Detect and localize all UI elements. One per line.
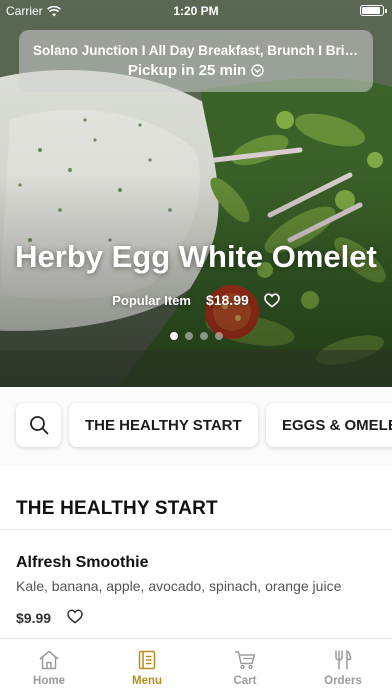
fork-knife-icon bbox=[335, 650, 352, 670]
page-dot[interactable] bbox=[199, 332, 208, 340]
tab-home[interactable]: Home bbox=[0, 639, 98, 696]
popular-badge: Popular Item bbox=[112, 292, 191, 308]
carousel-page-indicator[interactable] bbox=[0, 332, 392, 340]
menu-item-name: Alfresh Smoothie bbox=[16, 554, 149, 571]
status-bar: Carrier 1:20 PM bbox=[0, 0, 392, 20]
heart-icon[interactable] bbox=[67, 609, 83, 624]
search-button[interactable] bbox=[16, 403, 61, 447]
pickup-label: Pickup in 25 min bbox=[127, 62, 247, 79]
tab-menu[interactable]: Menu bbox=[98, 639, 196, 696]
tab-label: Orders bbox=[324, 675, 362, 687]
battery-icon bbox=[360, 5, 387, 16]
pickup-time[interactable]: Pickup in 25 min bbox=[19, 62, 373, 79]
tab-orders[interactable]: Orders bbox=[294, 639, 392, 696]
tab-label: Menu bbox=[131, 675, 163, 687]
tab-label: Cart bbox=[233, 675, 257, 687]
heart-icon[interactable] bbox=[263, 292, 280, 308]
status-time: 1:20 PM bbox=[173, 4, 219, 18]
menu-book-icon bbox=[138, 650, 156, 670]
featured-item-title: Herby Egg White Omelet bbox=[15, 239, 377, 274]
category-tab[interactable]: THE HEALTHY START bbox=[69, 403, 258, 447]
menu-item-price: $9.99 bbox=[16, 610, 52, 626]
search-icon bbox=[29, 416, 48, 435]
store-name: Solano Junction I All Day Breakfast, Bru… bbox=[33, 43, 365, 58]
category-bar: THE HEALTHY START EGGS & OMELETTES bbox=[0, 387, 392, 465]
page-dot[interactable] bbox=[169, 332, 178, 340]
chevron-down-circle-icon bbox=[251, 64, 264, 77]
store-info-pill[interactable]: Solano Junction I All Day Breakfast, Bru… bbox=[19, 30, 373, 92]
menu-item[interactable]: Alfresh Smoothie Kale, banana, apple, av… bbox=[0, 529, 392, 637]
page-dot[interactable] bbox=[184, 332, 193, 340]
tab-cart[interactable]: Cart bbox=[196, 639, 294, 696]
page-dot[interactable] bbox=[214, 332, 223, 340]
home-icon bbox=[39, 650, 59, 670]
section-title: THE HEALTHY START bbox=[16, 498, 218, 519]
featured-item-hero[interactable]: Carrier 1:20 PM Solano Junction I All Da… bbox=[0, 0, 392, 387]
menu-item-description: Kale, banana, apple, avocado, spinach, o… bbox=[16, 578, 342, 594]
featured-item-meta: Popular Item $18.99 bbox=[0, 292, 392, 308]
category-tab[interactable]: EGGS & OMELETTES bbox=[266, 403, 392, 447]
tab-label: Home bbox=[33, 675, 65, 687]
featured-item-price: $18.99 bbox=[205, 292, 249, 308]
cart-icon bbox=[235, 651, 256, 670]
bottom-tab-bar: Home Menu Cart Orders bbox=[0, 638, 392, 696]
